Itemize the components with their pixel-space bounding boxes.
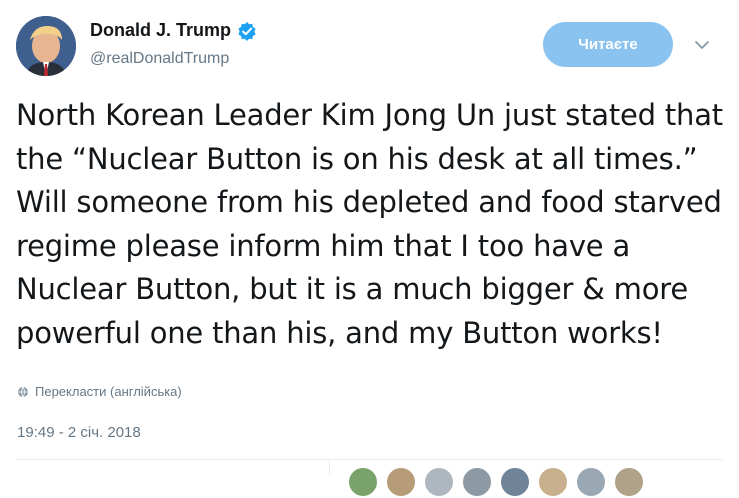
tweet-text: North Korean Leader Kim Jong Un just sta… bbox=[16, 98, 723, 350]
translate-label: Перекласти (англійська) bbox=[35, 384, 182, 399]
liker-avatar[interactable] bbox=[385, 466, 417, 498]
author-handle[interactable]: @realDonaldTrump bbox=[90, 50, 229, 68]
liker-avatar[interactable] bbox=[499, 466, 531, 498]
liker-avatar[interactable] bbox=[423, 466, 455, 498]
divider bbox=[16, 459, 723, 460]
author-name[interactable]: Donald J. Trump bbox=[90, 20, 231, 41]
liker-avatar[interactable] bbox=[575, 466, 607, 498]
liker-avatars bbox=[347, 466, 645, 498]
verified-badge-icon bbox=[237, 21, 257, 41]
liker-avatar[interactable] bbox=[613, 466, 645, 498]
translate-link[interactable]: Перекласти (англійська) bbox=[17, 384, 182, 399]
avatar-portrait bbox=[16, 16, 76, 76]
chevron-down-icon[interactable] bbox=[694, 38, 710, 50]
globe-icon bbox=[17, 386, 29, 398]
author-avatar[interactable] bbox=[16, 16, 76, 76]
author-name-row: Donald J. Trump bbox=[90, 20, 257, 41]
liker-avatar[interactable] bbox=[537, 466, 569, 498]
stats-divider bbox=[329, 460, 330, 474]
tweet-timestamp[interactable]: 19:49 - 2 січ. 2018 bbox=[17, 424, 141, 441]
liker-avatar[interactable] bbox=[461, 466, 493, 498]
following-button[interactable]: Читаєте bbox=[543, 22, 673, 67]
liker-avatar[interactable] bbox=[347, 466, 379, 498]
